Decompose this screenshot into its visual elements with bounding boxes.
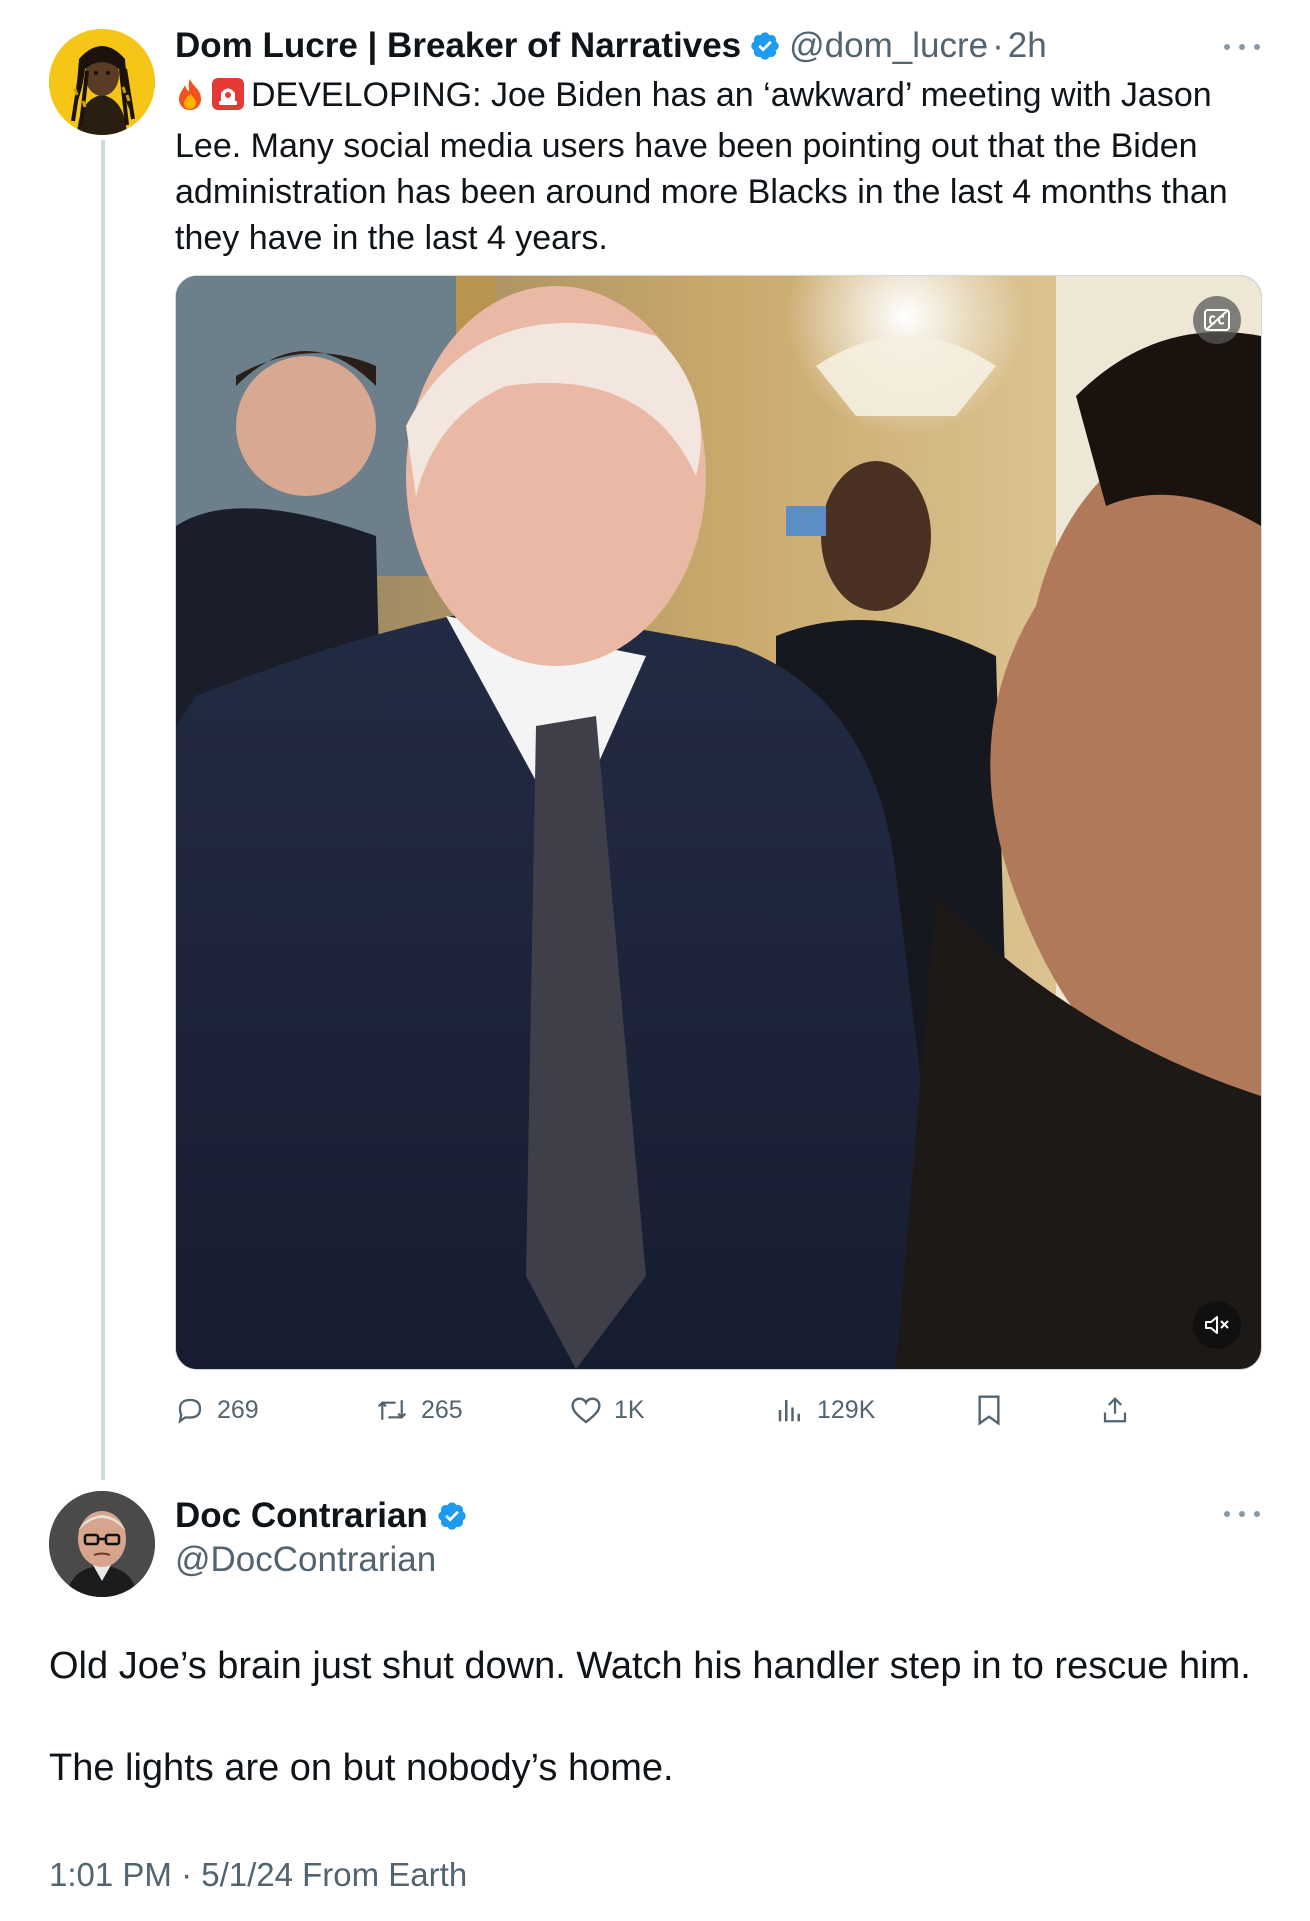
tweet-text: DEVELOPING: Joe Biden has an ‘awkward’ m… <box>175 76 1228 257</box>
author-handle[interactable]: @dom_lucre <box>789 26 988 66</box>
siren-emoji-icon <box>211 77 245 123</box>
reply-icon <box>178 1398 202 1424</box>
more-options-icon[interactable] <box>1224 1504 1260 1524</box>
tweet-timestamp[interactable]: 2h <box>1008 26 1047 66</box>
reply-author-handle[interactable]: @DocContrarian <box>175 1540 436 1580</box>
tweet-video[interactable] <box>175 275 1262 1370</box>
views-chart-icon <box>778 1400 800 1422</box>
views-button[interactable]: 129K <box>775 1385 875 1435</box>
avatar-illustration <box>49 29 155 135</box>
mute-icon[interactable] <box>1193 1301 1241 1349</box>
reply-author-display-name[interactable]: Doc Contrarian <box>175 1496 428 1536</box>
author-avatar[interactable] <box>49 29 155 135</box>
more-options-icon[interactable] <box>1224 37 1260 57</box>
reply-paragraph: Old Joe’s brain just shut down. Watch hi… <box>49 1645 1251 1687</box>
tweet-header: Dom Lucre | Breaker of Narratives @dom_l… <box>175 22 1047 70</box>
repost-button[interactable]: 265 <box>375 1385 463 1435</box>
verified-badge-icon <box>749 30 781 62</box>
share-button[interactable] <box>1100 1385 1142 1435</box>
heart-icon <box>571 1397 601 1424</box>
bookmark-button[interactable] <box>975 1385 1015 1435</box>
like-count: 1K <box>614 1395 645 1424</box>
like-button[interactable]: 1K <box>570 1385 645 1435</box>
fire-emoji-icon <box>175 77 205 123</box>
thread-connector-line <box>101 140 105 1480</box>
bookmark-icon <box>978 1395 1000 1426</box>
tweet-body: DEVELOPING: Joe Biden has an ‘awkward’ m… <box>175 72 1265 261</box>
separator-dot: · <box>992 26 1004 65</box>
reply-button[interactable]: 269 <box>175 1385 259 1435</box>
reply-paragraph: The lights are on but nobody’s home. <box>49 1747 674 1789</box>
reply-timestamp-source[interactable]: 1:01 PM · 5/1/24 From Earth <box>49 1856 467 1894</box>
tweet-action-bar: 269 265 1K 129K <box>175 1385 1175 1435</box>
share-icon <box>1103 1397 1127 1423</box>
repost-count: 265 <box>421 1395 463 1424</box>
views-count: 129K <box>817 1395 876 1424</box>
reply-author-avatar[interactable] <box>49 1491 155 1597</box>
video-frame-image <box>176 276 1261 1369</box>
closed-captions-icon[interactable] <box>1193 296 1241 344</box>
author-display-name[interactable]: Dom Lucre | Breaker of Narratives <box>175 26 741 66</box>
reply-body: Old Joe’s brain just shut down. Watch hi… <box>49 1640 1269 1844</box>
reply-header: Doc Contrarian <box>175 1496 476 1536</box>
reply-count: 269 <box>217 1395 259 1424</box>
repost-icon <box>377 1400 407 1420</box>
avatar-illustration <box>49 1491 155 1597</box>
verified-badge-icon <box>436 1500 468 1532</box>
